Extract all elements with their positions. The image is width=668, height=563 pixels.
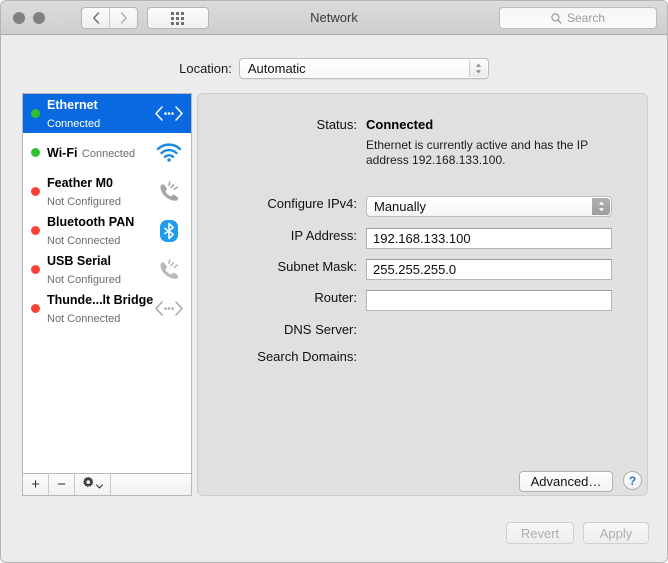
list-item[interactable]: Feather M0 Not Configured (23, 172, 191, 211)
location-label: Location: (179, 61, 232, 76)
location-selected-value: Automatic (247, 61, 306, 76)
remove-interface-button[interactable]: − (49, 474, 75, 495)
subnet-mask-value: 255.255.255.0 (373, 262, 457, 277)
status-dot (31, 109, 40, 118)
status-row: Status: Connected (198, 117, 434, 132)
list-item-name: Thunde...lt Bridge (47, 292, 154, 307)
status-description-row: Ethernet is currently active and has the… (198, 138, 596, 168)
configure-ipv4-value: Manually (374, 199, 427, 214)
dns-server-label: DNS Server: (284, 322, 357, 337)
plus-icon: + (31, 476, 40, 493)
list-item-name: Bluetooth PAN (47, 214, 135, 229)
search-placeholder: Search (566, 11, 606, 25)
ip-address-label: IP Address: (290, 228, 357, 243)
location-row: Location: Automatic (1, 58, 667, 79)
search-icon (551, 12, 562, 24)
ip-address-input[interactable]: 192.168.133.100 (366, 228, 612, 249)
subnet-mask-input[interactable]: 255.255.255.0 (366, 259, 612, 280)
router-label: Router: (314, 290, 357, 305)
wifi-icon (152, 143, 186, 162)
status-dot (31, 265, 40, 274)
configure-ipv4-label: Configure IPv4: (267, 196, 357, 211)
help-button[interactable]: ? (623, 471, 642, 490)
search-input[interactable]: Search (499, 7, 657, 29)
router-row: Router: (198, 290, 612, 311)
advanced-button[interactable]: Advanced… (519, 471, 613, 492)
status-dot (31, 148, 40, 157)
list-item-name: USB Serial (47, 253, 111, 268)
list-item-status: Not Connected (47, 234, 121, 247)
status-dot (31, 304, 40, 313)
gear-icon (82, 476, 95, 493)
status-description: Ethernet is currently active and has the… (366, 138, 588, 167)
apply-button[interactable]: Apply (583, 522, 649, 544)
modem-icon (152, 180, 186, 203)
interface-detail-panel: Status: Connected Ethernet is currently … (197, 93, 648, 496)
list-item-status: Connected (47, 117, 101, 130)
chevron-updown-icon (592, 198, 610, 215)
location-dropdown[interactable]: Automatic (238, 58, 489, 79)
status-dot (31, 226, 40, 235)
search-domains-label: Search Domains: (257, 349, 357, 364)
network-interface-list[interactable]: Ethernet Connected Wi-Fi Connected Feath… (22, 93, 192, 474)
ip-address-row: IP Address: 192.168.133.100 (198, 228, 612, 249)
configure-ipv4-row: Configure IPv4: Manually (198, 196, 612, 217)
minus-icon: − (57, 476, 66, 493)
list-item-name: Feather M0 (47, 175, 113, 190)
list-item-status: Not Configured (47, 195, 121, 208)
list-item-status: Not Configured (47, 273, 121, 286)
list-item[interactable]: Wi-Fi Connected (23, 133, 191, 172)
status-label: Status: (316, 117, 357, 132)
search-domains-row: Search Domains: (198, 349, 596, 364)
dns-server-row: DNS Server: (198, 322, 596, 337)
list-item-name: Ethernet (47, 97, 98, 112)
configure-ipv4-dropdown[interactable]: Manually (366, 196, 612, 217)
list-item[interactable]: Bluetooth PAN Not Connected (23, 211, 191, 250)
list-item-name: Wi-Fi (47, 145, 78, 160)
list-item-status: Connected (81, 147, 136, 160)
list-item[interactable]: Thunde...lt Bridge Not Connected (23, 289, 191, 328)
list-item[interactable]: USB Serial Not Configured (23, 250, 191, 289)
chevron-down-icon (96, 476, 103, 493)
chevron-updown-icon (468, 60, 487, 77)
ethernet-icon (152, 105, 186, 122)
sidebar-toolbar-filler (111, 474, 191, 495)
network-preferences-window: Network Search Location: Automatic Ether… (0, 0, 668, 563)
revert-button[interactable]: Revert (506, 522, 574, 544)
ip-address-value: 192.168.133.100 (373, 231, 471, 246)
window-toolbar: Network Search (1, 1, 667, 35)
status-value: Connected (366, 117, 434, 132)
interface-actions-button[interactable] (75, 474, 111, 495)
thunderbolt-icon (152, 300, 186, 317)
list-item[interactable]: Ethernet Connected (23, 94, 191, 133)
router-input[interactable] (366, 290, 612, 311)
bluetooth-icon (152, 218, 186, 244)
modem-icon (152, 258, 186, 281)
list-item-status: Not Connected (47, 312, 121, 325)
sidebar-toolbar: + − (22, 474, 192, 496)
status-dot (31, 187, 40, 196)
add-interface-button[interactable]: + (23, 474, 49, 495)
subnet-mask-row: Subnet Mask: 255.255.255.0 (198, 259, 612, 280)
subnet-mask-label: Subnet Mask: (277, 259, 358, 274)
